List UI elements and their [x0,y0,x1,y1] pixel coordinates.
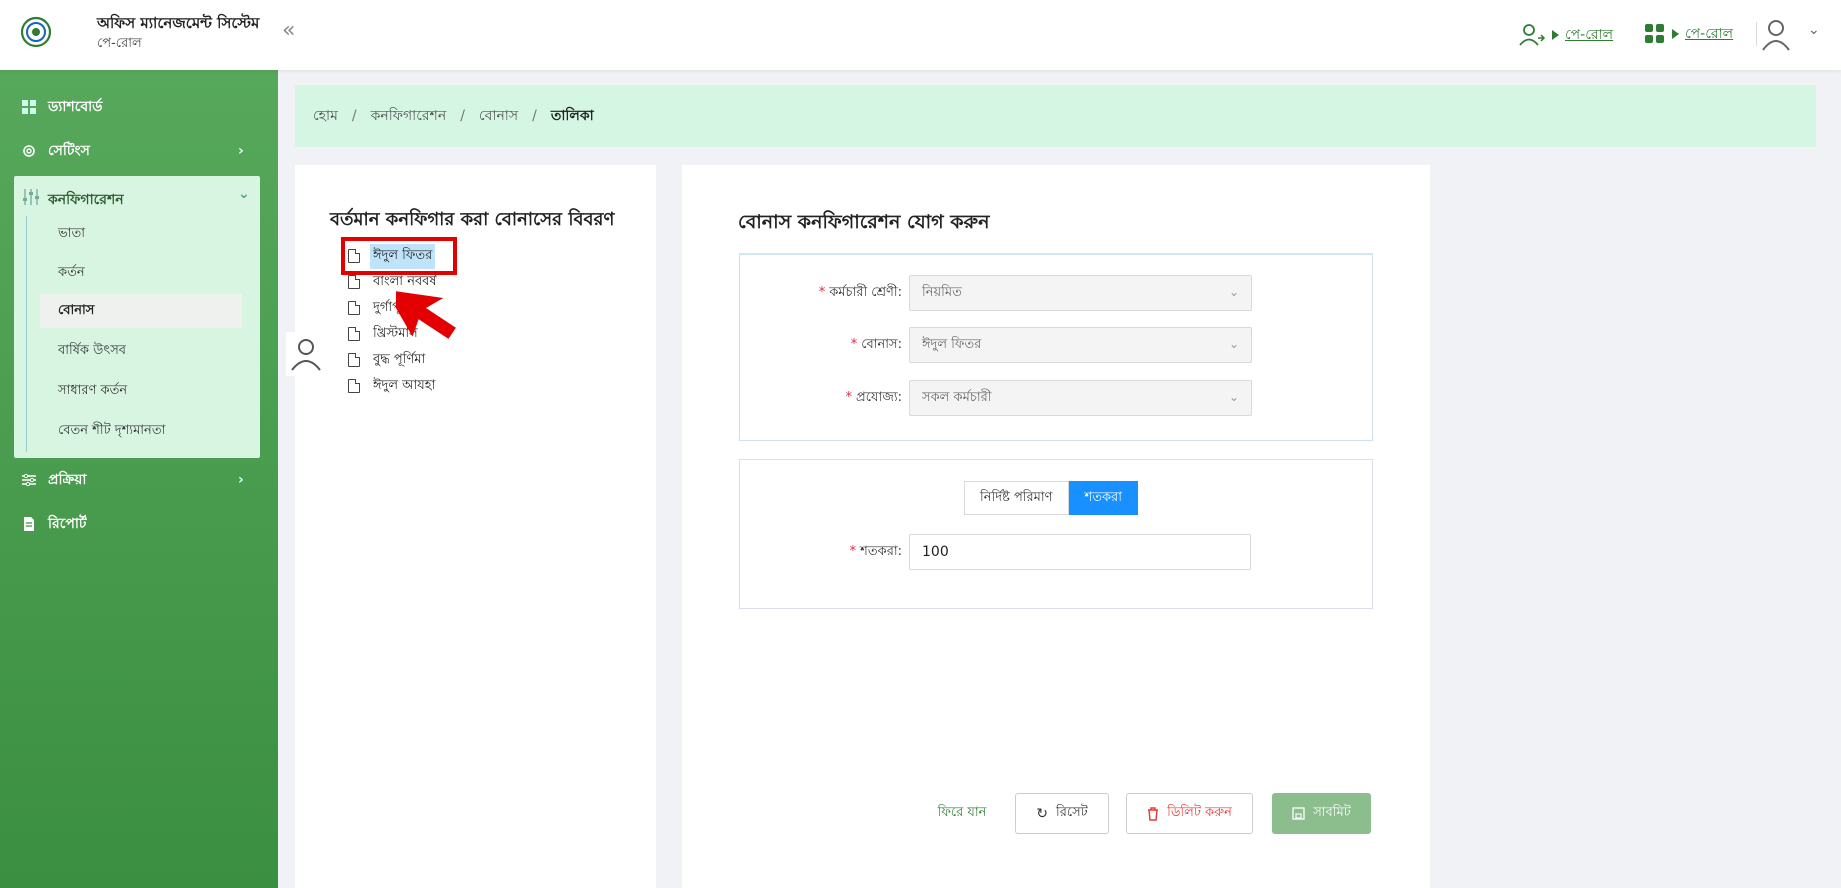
app-subtitle: পে-রোল [97,36,142,51]
sidebar-subitem-annual-festival[interactable]: বার্ষিক উৎসব [40,334,242,368]
apps-grid-icon [1645,24,1664,43]
user-avatar-icon[interactable] [1758,16,1794,52]
dashboard-icon [22,100,36,114]
tree-item-label: ঈদুল আযহা [373,377,436,393]
amount-type-percent[interactable]: শতকরা [1068,481,1138,515]
caret-right-icon [1672,29,1679,39]
chevron-down-icon: ⌄ [238,186,250,202]
trash-icon [1148,806,1159,821]
file-icon [348,327,360,341]
sidebar-item-settings[interactable]: সেটিংস › [0,131,278,171]
bonus-select[interactable]: ঈদুল ফিতর ⌄ [909,327,1252,363]
percent-label: * শতকরা: [849,544,902,559]
payroll-link-label: পে-রোল [1565,27,1614,43]
pointer-arrow-icon [396,289,456,339]
reset-button-label: রিসেট [1055,805,1088,820]
sidebar-subitem-bonus[interactable]: বোনাস [40,294,242,328]
breadcrumb: হোম / কনফিগারেশন / বোনাস / তালিকা [295,85,1816,147]
settings-sliders-icon [22,473,36,487]
app-header: অফিস ম্যানেজমেন্ট সিস্টেম পে-রোল « পে-রো… [0,0,1841,70]
breadcrumb-separator: / [532,108,537,124]
breadcrumb-configuration[interactable]: কনফিগারেশন [371,104,447,128]
submit-button-label: সাবমিট [1313,805,1351,820]
amount-type-fixed[interactable]: নির্দিষ্ট পরিমাণ [964,481,1069,515]
user-avatar-icon [291,339,321,371]
payroll-link-label: পে-রোল [1685,26,1734,42]
gear-icon [23,145,35,157]
breadcrumb-separator: / [460,108,465,124]
collapse-sidebar-icon[interactable]: « [282,18,295,43]
sidebar-item-process[interactable]: প্রক্রিয়া › [0,460,278,500]
bonus-config-form: বোনাস কনফিগারেশন যোগ করুন * কর্মচারী শ্রে… [682,165,1430,888]
percent-input[interactable]: 100 [909,534,1251,570]
bonus-label-wrap: * বোনাস: [742,327,902,363]
bonus-value: ঈদুল ফিতর [922,336,982,352]
chevron-down-icon: ⌄ [1228,390,1239,404]
chevron-right-icon: › [238,143,244,159]
file-icon [348,275,360,289]
sidebar-item-label: সেটিংস [48,143,90,159]
applicable-select[interactable]: সকল কর্মচারী ⌄ [909,380,1252,416]
panel-title: বর্তমান কনফিগার করা বোনাসের বিবরণ [330,209,615,230]
amount-type-toggle: নির্দিষ্ট পরিমাণ শতকরা [964,481,1138,515]
file-icon [348,301,360,315]
submit-button[interactable]: সাবমিট [1272,793,1371,834]
breadcrumb-bonus[interactable]: বোনাস [479,104,518,128]
chevron-right-icon: › [238,472,244,488]
sidebar-subitem-salary-sheet-visibility[interactable]: বেতন শীট দৃশ্যমানতা [40,414,242,448]
sidebar-item-label: প্রক্রিয়া [48,472,87,488]
submenu-guide-line [26,216,27,452]
chevron-down-icon[interactable]: ⌄ [1808,22,1820,38]
header-divider [1756,22,1757,46]
sidebar-item-label: কনফিগারেশন [48,192,124,208]
employee-class-label: * কর্মচারী শ্রেণী: [818,285,902,300]
file-icon [348,379,360,393]
caret-right-icon [1552,30,1559,40]
applicable-label-wrap: * প্রযোজ্য: [742,380,902,416]
sidebar-item-label: রিপোর্ট [48,516,87,532]
sidebar-item-configuration[interactable]: কনফিগারেশন ⌄ [14,176,260,216]
breadcrumb-separator: / [351,108,357,124]
save-icon [1292,807,1305,820]
reload-icon: ↻ [1036,805,1048,822]
chevron-down-icon: ⌄ [1228,285,1239,299]
floating-avatar[interactable] [286,332,326,376]
employee-class-value: নিয়মিত [922,284,962,300]
delete-button[interactable]: ডিলিট করুন [1126,793,1253,834]
tree-item-eid-ul-adha[interactable]: ঈদুল আযহা [348,375,438,397]
sidebar-subitem-general-deduction[interactable]: সাধারণ কর্তন [40,374,242,408]
logo-icon [20,16,52,48]
breadcrumb-current: তালিকা [550,108,594,124]
tree-item-buddha-purnima[interactable]: বুদ্ধ পূর্ণিমা [348,349,428,371]
sidebar-subitem-deduction[interactable]: কর্তন [40,256,242,290]
employee-class-label-wrap: * কর্মচারী শ্রেণী: [742,275,902,311]
sidebar-item-label: ড্যাশবোর্ড [48,99,103,115]
chevron-down-icon: ⌄ [1228,337,1239,351]
tree-item-label: বুদ্ধ পূর্ণিমা [373,351,426,367]
back-button[interactable]: ফিরে যান [927,793,997,834]
sidebar-item-report[interactable]: রিপোর্ট [0,504,278,544]
payroll-user-link[interactable]: পে-রোল [1518,22,1613,48]
payroll-apps-link[interactable]: পে-রোল [1644,22,1733,46]
file-icon [348,353,360,367]
sidebar-subitem-allowance[interactable]: ভাতা [40,217,242,251]
reset-button[interactable]: ↻ রিসেট [1015,793,1109,834]
employee-class-select[interactable]: নিয়মিত ⌄ [909,275,1252,311]
sidebar-item-dashboard[interactable]: ড্যাশবোর্ড [0,87,278,127]
report-icon [24,517,34,531]
configuration-submenu: কনফিগারেশন ⌄ ভাতা কর্তন বোনাস বার্ষিক উৎ… [14,176,260,458]
applicable-value: সকল কর্মচারী [922,389,992,405]
sliders-icon [23,189,39,205]
delete-button-label: ডিলিট করুন [1167,805,1232,820]
percent-label-wrap: * শতকরা: [742,534,902,570]
breadcrumb-home[interactable]: হোম [313,104,338,128]
bonus-label: * বোনাস: [850,337,902,352]
user-switch-icon [1519,24,1546,46]
form-title: বোনাস কনফিগারেশন যোগ করুন [738,211,990,233]
applicable-label: * প্রযোজ্য: [845,390,902,405]
